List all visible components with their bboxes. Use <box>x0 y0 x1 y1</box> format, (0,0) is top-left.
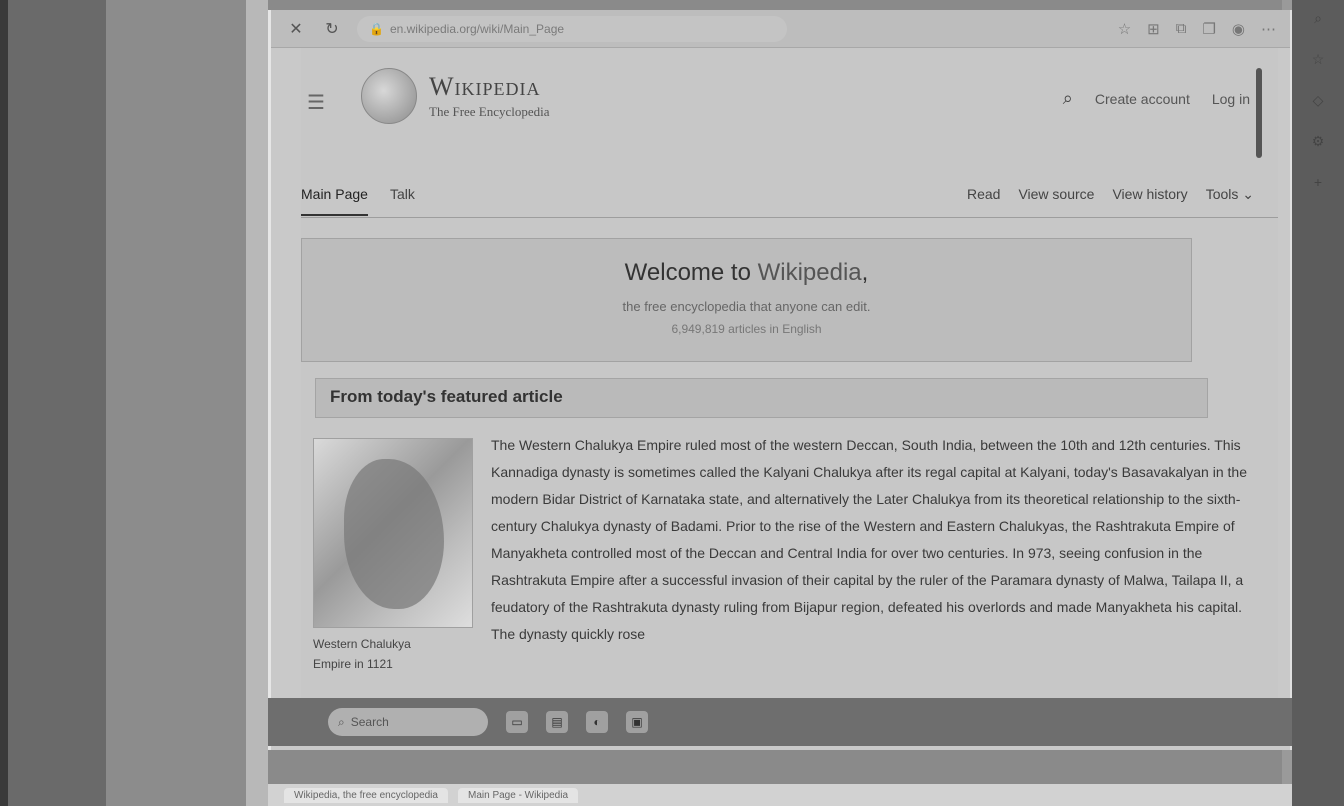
welcome-heading: Welcome to Wikipedia, <box>302 259 1191 287</box>
logo-title: Wikipedia <box>429 72 541 101</box>
split-view-icon[interactable]: ⧉ <box>1176 20 1187 38</box>
caption-line-2: Empire in 1121 <box>313 657 393 671</box>
scrollbar-thumb[interactable] <box>1256 68 1262 158</box>
taskbar: ⌕ Search ▭ ▤ ◐ ▣ <box>268 698 1292 746</box>
welcome-subtitle: the free encyclopedia that anyone can ed… <box>622 299 871 314</box>
logo-tagline: The Free Encyclopedia <box>429 104 550 119</box>
star-icon[interactable]: ☆ <box>1118 20 1131 38</box>
browser-side-rail: ⌕ ☆ ◇ ⚙ + <box>1298 10 1338 190</box>
menu-icon[interactable]: ☰ <box>307 90 325 115</box>
url-text: en.wikipedia.org/wiki/Main_Page <box>389 21 565 36</box>
browser-window: ✕ ↻ 🔒 en.wikipedia.org/wiki/Main_Page ☆ … <box>268 10 1292 750</box>
caption-line-1[interactable]: Western Chalukya <box>313 634 493 654</box>
featured-article-heading: From today's featured article <box>315 378 1208 418</box>
welcome-prefix: Welcome to <box>624 259 758 286</box>
shopping-icon[interactable]: ◇ <box>1313 92 1324 109</box>
tab-view-source[interactable]: View source <box>1018 186 1094 203</box>
tab-read[interactable]: Read <box>967 186 1000 203</box>
tab-talk[interactable]: Talk <box>390 186 415 216</box>
search-icon[interactable]: ⌕ <box>1063 88 1073 109</box>
user-links: ⌕ Create account Log in <box>1063 88 1250 109</box>
reload-icon[interactable]: ↻ <box>321 18 343 40</box>
log-in-link[interactable]: Log in <box>1212 91 1250 107</box>
wikipedia-globe-logo[interactable] <box>361 68 417 124</box>
toolbar-actions: ☆ ⊞ ⧉ ❐ ◉ ⋯ <box>1118 20 1276 38</box>
taskbar-search[interactable]: ⌕ Search <box>328 708 488 736</box>
wikipedia-link[interactable]: Wikipedia <box>758 259 862 286</box>
profile-icon[interactable]: ◉ <box>1232 20 1245 38</box>
featured-image-caption: Western Chalukya Empire in 1121 <box>313 634 493 674</box>
chevron-down-icon: ⌄ <box>1242 186 1254 202</box>
welcome-suffix: , <box>861 259 869 286</box>
address-bar[interactable]: 🔒 en.wikipedia.org/wiki/Main_Page <box>357 15 787 42</box>
close-icon[interactable]: ✕ <box>285 18 307 40</box>
file-explorer-icon[interactable]: ▤ <box>546 711 568 733</box>
ghost-stripe <box>0 0 8 806</box>
article-count[interactable]: 6,949,819 articles in English <box>302 322 1191 336</box>
collections-icon[interactable]: ❐ <box>1202 20 1215 38</box>
extensions-icon[interactable]: ⊞ <box>1147 20 1160 38</box>
tools-icon[interactable]: ⚙ <box>1312 133 1325 150</box>
search-icon: ⌕ <box>338 714 345 729</box>
taskbar-search-placeholder: Search <box>350 715 389 729</box>
ghost-tab-1[interactable]: Wikipedia, the free encyclopedia <box>284 787 448 803</box>
search-icon[interactable]: ⌕ <box>1314 10 1322 27</box>
ghost-stripe <box>246 0 268 806</box>
ghost-tab-2[interactable]: Main Page - Wikipedia <box>457 787 579 803</box>
bookmark-icon[interactable]: ☆ <box>1312 51 1325 68</box>
task-view-icon[interactable]: ▭ <box>506 711 528 733</box>
tab-main-page[interactable]: Main Page <box>301 186 368 216</box>
welcome-banner: Welcome to Wikipedia, the free encyclope… <box>301 238 1192 362</box>
ghost-stripe <box>106 0 246 806</box>
create-account-link[interactable]: Create account <box>1095 91 1190 107</box>
ghost-stripe <box>8 0 106 806</box>
more-icon[interactable]: ⋯ <box>1261 20 1276 38</box>
tab-tools[interactable]: Tools ⌄ <box>1206 186 1254 203</box>
store-icon[interactable]: ▣ <box>626 711 648 733</box>
browser-icon[interactable]: ◐ <box>586 711 608 733</box>
wikipedia-wordmark[interactable]: Wikipedia The Free Encyclopedia <box>429 72 550 120</box>
wikipedia-page: ☰ Wikipedia The Free Encyclopedia ⌕ Crea… <box>301 48 1278 698</box>
ghost-tab-strip: Wikipedia, the free encyclopedia Main Pa… <box>268 784 1292 806</box>
tab-view-history[interactable]: View history <box>1112 186 1187 203</box>
add-icon[interactable]: + <box>1314 174 1322 190</box>
browser-toolbar: ✕ ↻ 🔒 en.wikipedia.org/wiki/Main_Page ☆ … <box>271 10 1290 48</box>
wiki-header: ☰ Wikipedia The Free Encyclopedia ⌕ Crea… <box>301 48 1278 158</box>
lock-icon: 🔒 <box>369 21 384 36</box>
page-tabs: Main Page Talk Read View source View his… <box>301 172 1278 218</box>
tools-label: Tools <box>1205 186 1239 202</box>
featured-image[interactable] <box>313 438 473 628</box>
featured-article-text: The Western Chalukya Empire ruled most o… <box>491 437 1247 642</box>
map-shape <box>344 459 444 609</box>
